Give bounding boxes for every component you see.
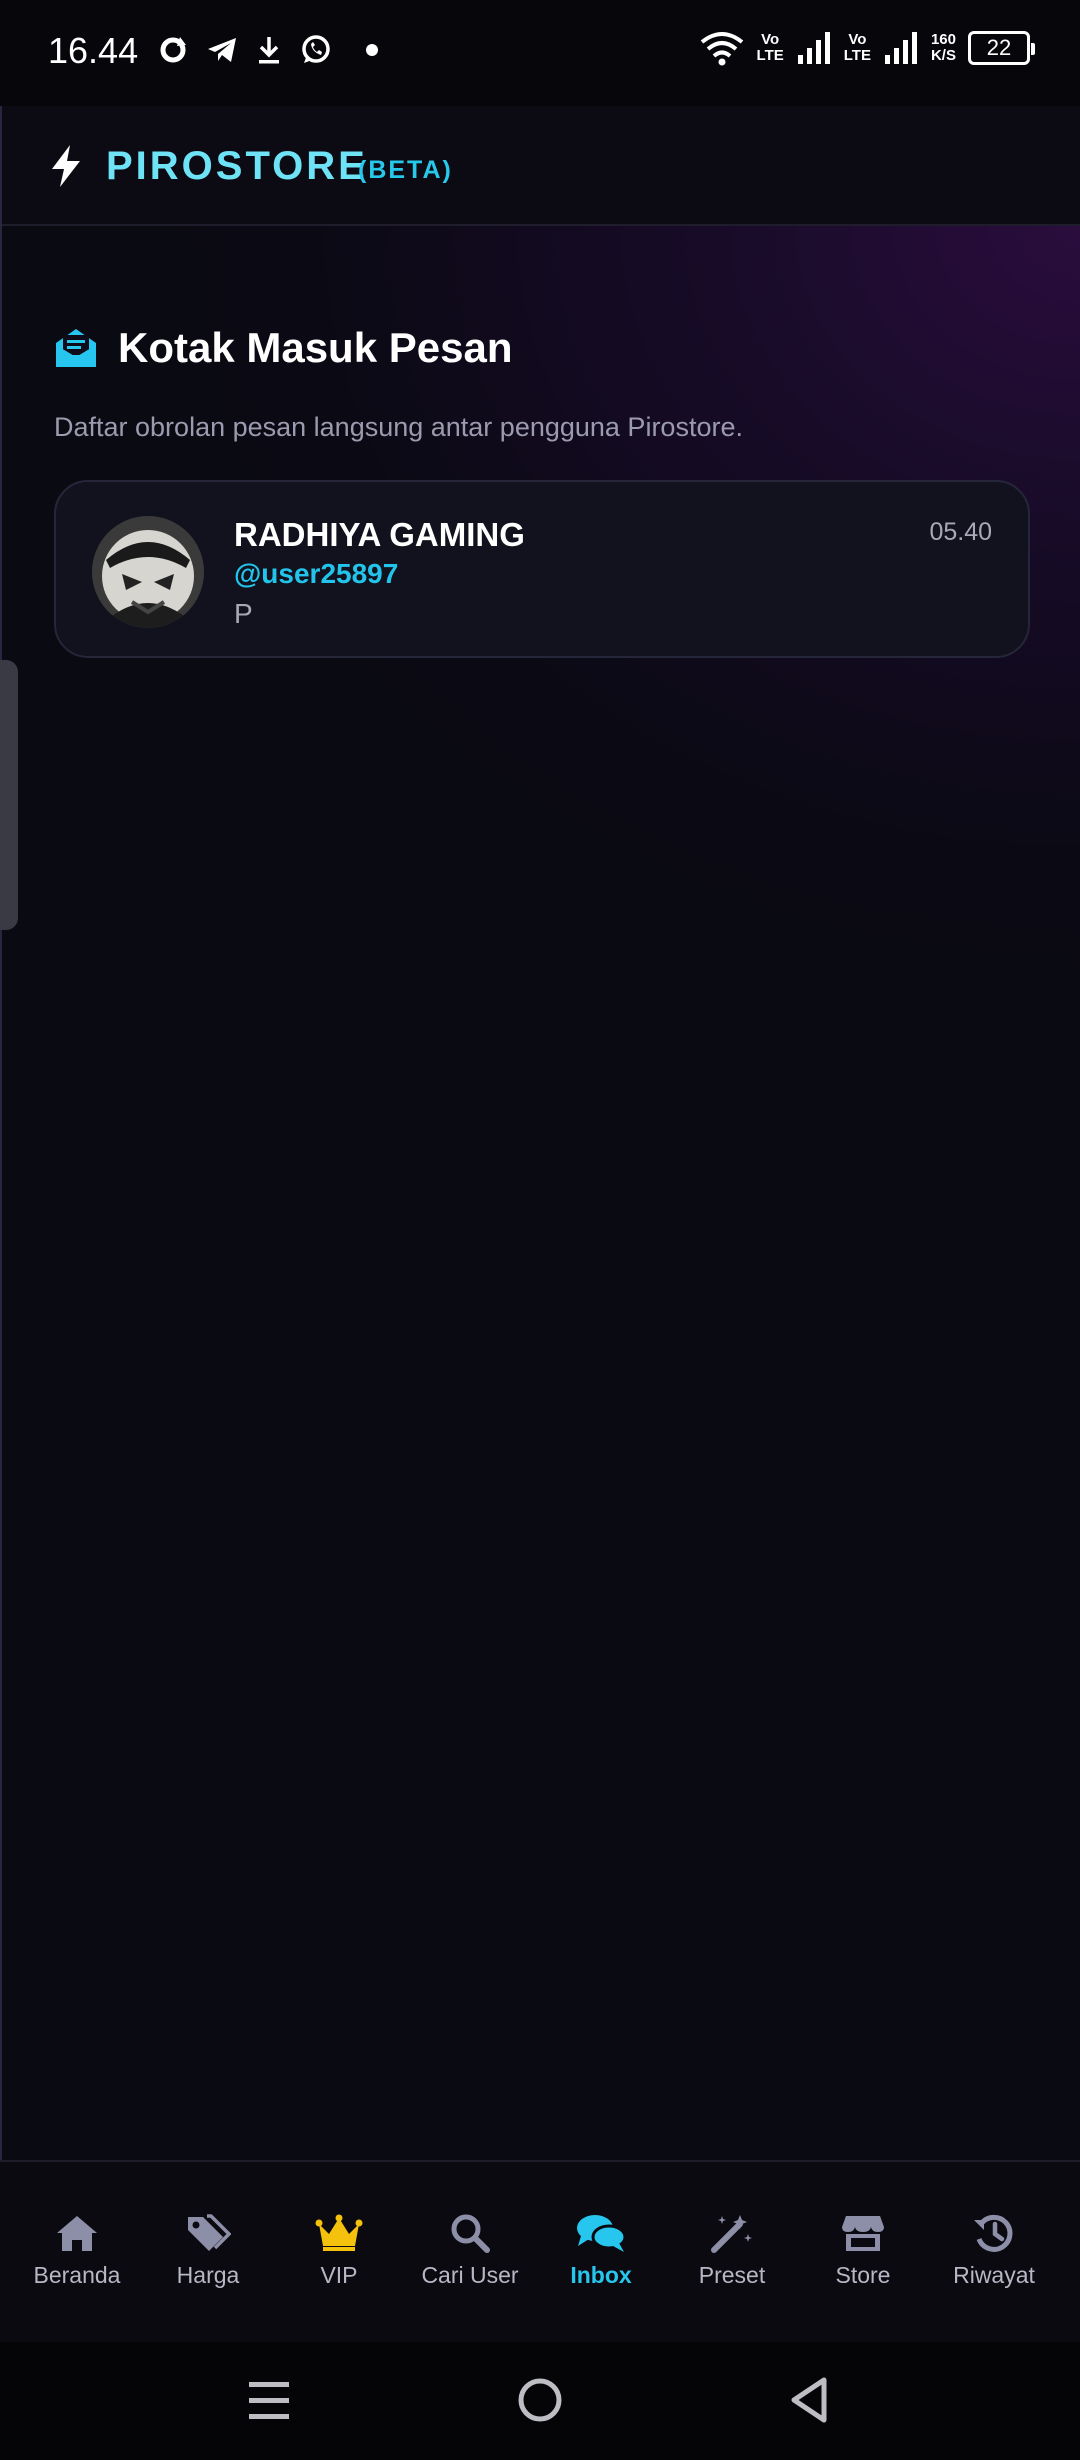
- status-bar: 16.44 Vo LTE Vo LTE 160 K/S 22: [0, 0, 1080, 106]
- back-icon[interactable]: [786, 2372, 832, 2428]
- bottom-navigation: Beranda Harga VIP Cari User Inbox Preset…: [0, 2160, 1080, 2342]
- brand-title[interactable]: PIROSTORE: [106, 144, 368, 189]
- download-icon: [259, 37, 279, 64]
- search-icon: [451, 2214, 490, 2253]
- history-icon: [974, 2214, 1013, 2252]
- conversation-username: @user25897: [234, 558, 399, 589]
- status-right-icons: Vo LTE Vo LTE 160 K/S 22: [699, 30, 1035, 66]
- conversation-name: RADHIYA GAMING: [234, 516, 525, 553]
- inbox-heading: Kotak Masuk Pesan: [54, 324, 513, 372]
- status-time: 16.44: [48, 30, 139, 71]
- beta-badge: (BETA): [358, 156, 453, 184]
- nav-item-harga[interactable]: Harga: [143, 2210, 273, 2310]
- home-button-icon[interactable]: [516, 2372, 564, 2428]
- conversation-item[interactable]: RADHIYA GAMING @user25897 P 05.40: [54, 480, 1030, 658]
- recent-apps-icon[interactable]: [246, 2372, 292, 2428]
- system-navigation-bar: [0, 2342, 1080, 2460]
- nav-item-preset[interactable]: Preset: [667, 2210, 797, 2310]
- nav-item-beranda[interactable]: Beranda: [12, 2210, 142, 2310]
- conversation-time: 05.40: [929, 518, 992, 546]
- nav-label-vip: VIP: [320, 2262, 358, 2288]
- app-screen: PIROSTORE (BETA) Kotak Masuk Pesan Dafta…: [0, 106, 1080, 2342]
- envelope-open-icon: [56, 329, 96, 367]
- more-notifications-dot-icon: [366, 44, 378, 56]
- net-speed: 160 K/S: [930, 31, 956, 64]
- nav-label-store: Store: [835, 2262, 891, 2288]
- volte-1-label: Vo LTE: [756, 31, 784, 64]
- conversation-last-message: P: [234, 598, 253, 629]
- magic-wand-icon: [711, 2215, 752, 2253]
- chat-icon: [577, 2215, 627, 2252]
- nav-label-riwayat: Riwayat: [953, 2262, 1035, 2288]
- nav-item-riwayat[interactable]: Riwayat: [929, 2210, 1059, 2310]
- nav-label-preset: Preset: [698, 2262, 766, 2288]
- battery-indicator: 22: [968, 31, 1035, 65]
- edge-panel-handle[interactable]: [0, 660, 18, 930]
- notification-icons: [158, 34, 390, 66]
- nav-item-inbox[interactable]: Inbox: [536, 2210, 666, 2310]
- avatar: [92, 516, 204, 628]
- home-icon: [57, 2216, 97, 2251]
- crown-icon: [315, 2214, 363, 2251]
- volte-2-label: Vo LTE: [843, 31, 871, 64]
- nav-label-beranda: Beranda: [33, 2262, 121, 2288]
- tags-icon: [188, 2214, 231, 2251]
- bolt-icon: [52, 145, 80, 187]
- nav-item-vip[interactable]: VIP: [274, 2210, 404, 2310]
- signal-2-icon: [884, 32, 917, 64]
- whatsapp-icon: [302, 35, 330, 63]
- page-subtitle: Daftar obrolan pesan langsung antar peng…: [54, 412, 743, 442]
- page-title: Kotak Masuk Pesan: [118, 324, 513, 371]
- wifi-icon: [700, 32, 743, 66]
- nav-label-inbox: Inbox: [570, 2262, 632, 2288]
- nav-item-store[interactable]: Store: [798, 2210, 928, 2310]
- nav-label-cari-user: Cari User: [421, 2262, 519, 2288]
- nav-label-harga: Harga: [176, 2262, 240, 2288]
- signal-1-icon: [797, 32, 830, 64]
- app-header: PIROSTORE (BETA): [2, 106, 1080, 226]
- store-icon: [842, 2216, 884, 2251]
- nav-item-cari-user[interactable]: Cari User: [405, 2210, 535, 2310]
- telegram-icon: [208, 38, 236, 62]
- sync-icon: [160, 37, 186, 63]
